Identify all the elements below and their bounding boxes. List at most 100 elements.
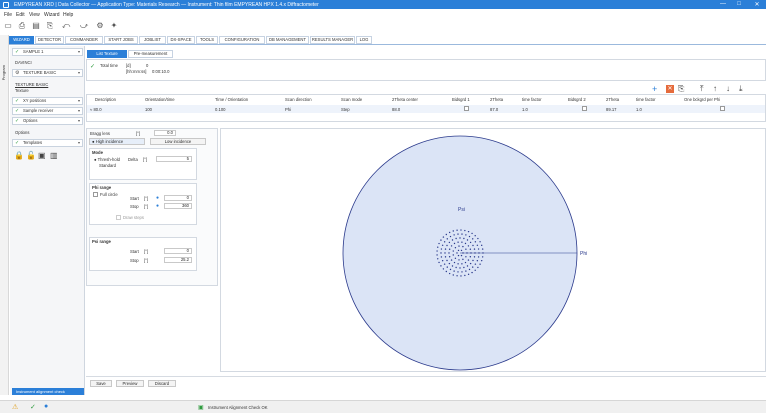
- tab-results-manager[interactable]: RESULTS MANAGER: [310, 36, 355, 44]
- sidebar-item-texture-basic[interactable]: ⚙ TEXTURE BASIC ▾: [12, 69, 83, 77]
- sidebar-item-sample-receiver[interactable]: ✓ Sample receiver ▾: [12, 107, 83, 115]
- cell-time-orientation[interactable]: 0.100: [215, 107, 225, 112]
- check-icon: ✓: [15, 98, 20, 104]
- unlock-icon[interactable]: 🔓: [26, 151, 36, 160]
- save-button[interactable]: Save: [90, 380, 112, 387]
- wizard-icon[interactable]: ✦: [109, 21, 119, 31]
- draw-steps-checkbox[interactable]: [116, 215, 121, 220]
- print-icon[interactable]: ⎘: [45, 21, 55, 31]
- table-row[interactable]: [87, 105, 765, 113]
- bragg-input[interactable]: 0.0: [154, 130, 176, 136]
- menu-edit[interactable]: Edit: [16, 12, 25, 18]
- sidebar-sub-texture-basic[interactable]: TEXTURE BASIC: [15, 82, 48, 87]
- tab-start-jobs[interactable]: START JOBS: [104, 36, 138, 44]
- subtab-list-texture[interactable]: List Texture: [87, 50, 127, 58]
- preview-button[interactable]: Preview: [116, 380, 144, 387]
- save-icon[interactable]: ▤: [31, 21, 41, 31]
- psi-stop-input[interactable]: 25.2: [164, 257, 192, 263]
- sidebar-item-sample[interactable]: ✓ SAMPLE 1 ▾: [12, 48, 83, 56]
- redo-icon[interactable]: ⤻: [79, 21, 89, 31]
- bkgd1-checkbox[interactable]: [464, 106, 469, 111]
- tab-commander[interactable]: COMMANDER: [65, 36, 103, 44]
- cell-description[interactable]: ≈ 80.0: [90, 107, 102, 112]
- phi-start-input[interactable]: 0: [164, 195, 192, 201]
- high-incidence-option[interactable]: ● High incidence: [89, 138, 145, 145]
- tab-joblist[interactable]: JOBLIST: [139, 36, 166, 44]
- mode-standard-label[interactable]: Standard: [99, 163, 116, 168]
- check-icon[interactable]: ✓: [30, 403, 36, 411]
- warning-icon[interactable]: ⚠: [12, 403, 18, 411]
- measurement-point: [472, 266, 474, 268]
- one-bkgd-checkbox[interactable]: [720, 106, 725, 111]
- new-icon[interactable]: ▭: [3, 21, 13, 31]
- subtab-pre-measurement[interactable]: Pre-measurement: [128, 50, 173, 58]
- measurement-point: [437, 258, 439, 260]
- discard-button[interactable]: Discard: [148, 380, 176, 387]
- cell-scan-mode[interactable]: Step: [341, 107, 350, 112]
- sidebar-item-templates[interactable]: ✓ Templates ▾: [12, 139, 83, 147]
- cell-2theta-center[interactable]: 88.0: [392, 107, 400, 112]
- phi-start-link-icon[interactable]: ●: [156, 195, 159, 201]
- mode-thresholded-radio[interactable]: ● Thresh-hold: [94, 157, 120, 162]
- measurement-point: [445, 270, 448, 273]
- wizard-sidebar: ✓ SAMPLE 1 ▾ DAVINCI ⚙ TEXTURE BASIC ▾ T…: [10, 46, 85, 395]
- open-icon[interactable]: ⎙: [17, 21, 27, 31]
- delta-input[interactable]: 5: [156, 156, 192, 162]
- cell-orientation-time[interactable]: 100: [145, 107, 152, 112]
- menu-file[interactable]: File: [4, 12, 12, 18]
- undo-icon[interactable]: ⤺: [61, 21, 71, 31]
- sidebar-sub-texture[interactable]: Texture: [15, 88, 29, 93]
- low-incidence-option[interactable]: Low incidence: [150, 138, 206, 145]
- settings-icon[interactable]: ⚙: [95, 21, 105, 31]
- tab-dx-space[interactable]: DX-SPACE: [167, 36, 195, 44]
- menu-view[interactable]: View: [29, 12, 40, 18]
- add-icon[interactable]: +: [652, 84, 657, 94]
- tab-db-management[interactable]: DB MANAGEMENT: [266, 36, 309, 44]
- psi-start-input[interactable]: 0: [164, 248, 192, 254]
- tab-detector[interactable]: DETECTOR: [35, 36, 64, 44]
- program-vertical-label[interactable]: Program: [1, 65, 6, 80]
- measurement-point: [470, 252, 472, 254]
- save-template-icon[interactable]: ▣: [38, 151, 46, 160]
- delete-icon[interactable]: ✕: [666, 85, 674, 93]
- sidebar-item-xy-positions[interactable]: ✓ XY positions ▾: [12, 97, 83, 105]
- tab-log[interactable]: LOG: [356, 36, 372, 44]
- measurement-point: [462, 245, 464, 248]
- move-bottom-icon[interactable]: ⤓: [739, 84, 743, 94]
- phi-stop-link-icon[interactable]: ●: [156, 203, 159, 209]
- measurement-point: [477, 256, 480, 258]
- measurement-point: [465, 256, 467, 258]
- bkgd2-checkbox[interactable]: [582, 106, 587, 111]
- move-top-icon[interactable]: ⤒: [700, 84, 704, 94]
- tab-configuration[interactable]: CONFIGURATION: [219, 36, 265, 44]
- cell-2theta-2[interactable]: 89.17: [606, 107, 616, 112]
- phi-stop-input[interactable]: 360: [164, 203, 192, 209]
- sidebar-sub-options[interactable]: Options: [15, 130, 29, 135]
- psi-start-unit: [°]: [144, 249, 149, 254]
- menu-help[interactable]: Help: [63, 12, 73, 18]
- sidebar-sub-davinci[interactable]: DAVINCI: [15, 60, 32, 65]
- chart-icon[interactable]: ▥: [50, 151, 58, 160]
- maximize-button[interactable]: □: [732, 1, 746, 7]
- col-time-factor-2: time factor: [636, 97, 656, 102]
- instrument-alignment-button[interactable]: Instrument alignment check: [12, 388, 84, 395]
- copy-icon[interactable]: ⎘: [678, 84, 684, 94]
- move-up-icon[interactable]: ↑: [713, 84, 717, 93]
- menu-wizard[interactable]: Wizard: [44, 12, 60, 18]
- minimize-button[interactable]: —: [716, 1, 730, 7]
- move-down-icon[interactable]: ↓: [726, 84, 730, 93]
- cell-time-factor-2[interactable]: 1.0: [636, 107, 642, 112]
- pole-figure-plot[interactable]: Psi Phi: [220, 128, 766, 372]
- info-icon[interactable]: ●: [44, 403, 48, 410]
- full-circle-checkbox[interactable]: [93, 192, 98, 197]
- sidebar-item-label: TEXTURE BASIC: [23, 70, 57, 75]
- cell-2theta-1[interactable]: 87.0: [490, 107, 498, 112]
- measurement-point: [456, 252, 458, 254]
- close-button[interactable]: ✕: [750, 1, 764, 8]
- tab-tools[interactable]: TOOLS: [196, 36, 218, 44]
- lock-icon[interactable]: 🔒: [14, 151, 24, 160]
- cell-time-factor-1[interactable]: 1.0: [522, 107, 528, 112]
- sidebar-item-options[interactable]: ✓ Options ▾: [12, 117, 83, 125]
- cell-scan-direction[interactable]: Phi: [285, 107, 291, 112]
- tab-wizard[interactable]: WIZARD: [9, 36, 34, 44]
